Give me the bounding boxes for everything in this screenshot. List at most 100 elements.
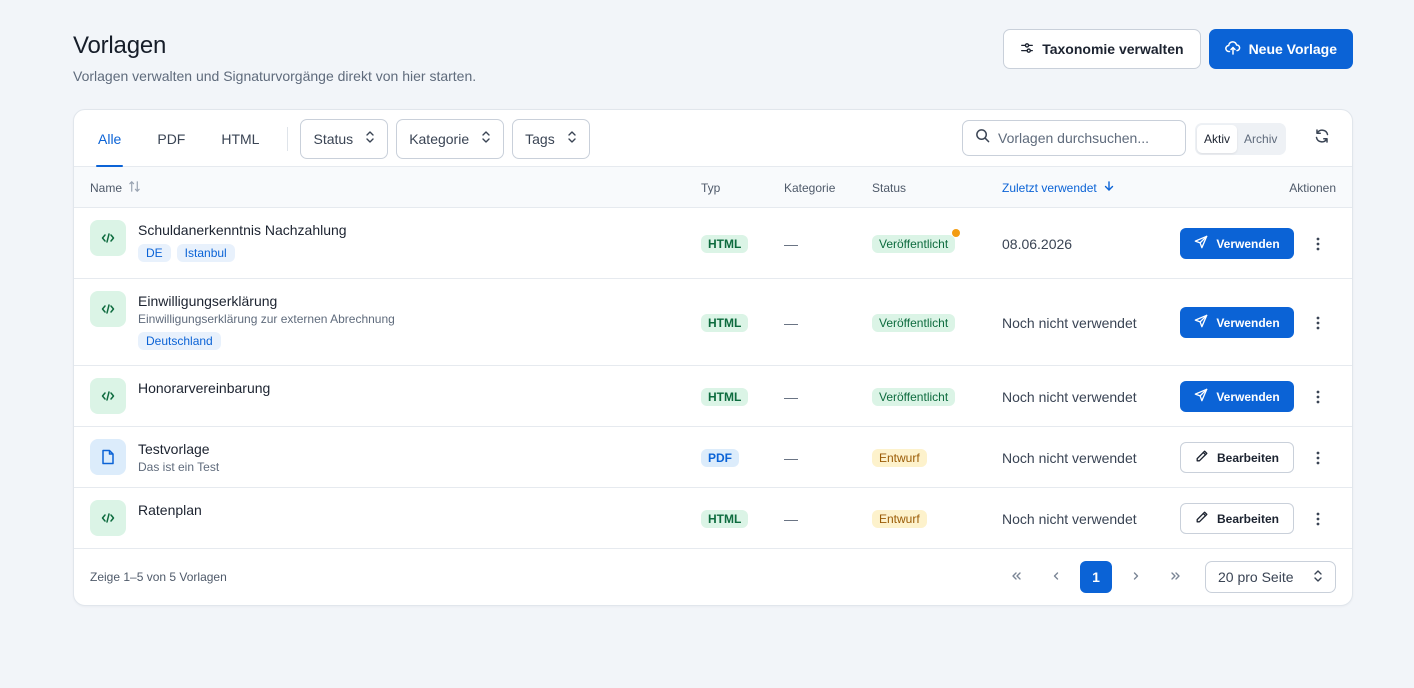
- category-filter-label: Kategorie: [409, 130, 470, 147]
- tags-filter[interactable]: Tags: [512, 118, 590, 159]
- category-value: —: [784, 449, 798, 466]
- refresh-button[interactable]: [1312, 128, 1332, 148]
- category-cell: —: [784, 279, 798, 366]
- type-badge: HTML: [701, 313, 749, 332]
- tab-all[interactable]: Alle: [90, 110, 129, 167]
- category-value: —: [784, 314, 798, 331]
- status-cell: Entwurf: [872, 488, 927, 549]
- use-button-label: Verwenden: [1216, 389, 1280, 404]
- column-last-used[interactable]: Zuletzt verwendet: [1002, 167, 1115, 208]
- notification-dot: [952, 228, 961, 237]
- previous-page-button[interactable]: [1040, 561, 1072, 593]
- tag-list: Deutschland: [138, 332, 395, 350]
- template-name[interactable]: Testvorlage: [138, 441, 219, 457]
- taxonomy-button[interactable]: Taxonomie verwalten: [1003, 29, 1201, 69]
- use-button[interactable]: Verwenden: [1180, 381, 1294, 412]
- segment-active[interactable]: Aktiv: [1197, 125, 1238, 153]
- action-cell: Verwenden: [1180, 366, 1294, 427]
- use-button[interactable]: Verwenden: [1180, 307, 1294, 338]
- column-category: Kategorie: [784, 180, 836, 195]
- use-button-label: Verwenden: [1216, 236, 1280, 251]
- pencil-icon: [1195, 449, 1209, 466]
- toolbar: Alle PDF HTML Status Kategorie Tags Vorl…: [74, 110, 1352, 167]
- edit-button[interactable]: Bearbeiten: [1180, 442, 1294, 473]
- use-button[interactable]: Verwenden: [1180, 228, 1294, 259]
- status-badge: Veröffentlicht: [872, 387, 956, 406]
- last-used-cell: Noch nicht verwendet: [1002, 366, 1137, 427]
- row-name-block: Einwilligungserklärung Einwilligungserkl…: [138, 293, 395, 350]
- next-page-button[interactable]: [1120, 561, 1152, 593]
- type-cell: HTML: [701, 366, 749, 427]
- more-vertical-icon[interactable]: [1308, 448, 1328, 468]
- status-badge: Entwurf: [872, 509, 927, 528]
- more-vertical-icon[interactable]: [1308, 313, 1328, 333]
- last-page-button[interactable]: [1160, 561, 1192, 593]
- search-input[interactable]: [998, 130, 1168, 146]
- more-cell: [1308, 279, 1328, 366]
- chevron-updown-icon: [567, 130, 577, 147]
- table-row: Testvorlage Das ist ein Test PDF — Entwu…: [74, 427, 1352, 488]
- row-name-block: Testvorlage Das ist ein Test: [138, 441, 219, 474]
- category-filter[interactable]: Kategorie: [396, 118, 505, 159]
- action-cell: Bearbeiten: [1180, 488, 1294, 549]
- first-page-button[interactable]: [1000, 561, 1032, 593]
- category-cell: —: [784, 366, 798, 427]
- table-row: Schuldanerkenntnis Nachzahlung DE Istanb…: [74, 208, 1352, 279]
- send-icon: [1194, 235, 1208, 252]
- type-badge: HTML: [701, 234, 749, 253]
- more-vertical-icon[interactable]: [1308, 234, 1328, 254]
- column-status: Status: [872, 180, 907, 195]
- column-type: Typ: [701, 180, 721, 195]
- more-vertical-icon[interactable]: [1308, 387, 1328, 407]
- template-name[interactable]: Schuldanerkenntnis Nachzahlung: [138, 222, 347, 238]
- last-used-value: Noch nicht verwendet: [1002, 314, 1137, 331]
- last-used-value: Noch nicht verwendet: [1002, 449, 1137, 466]
- code-file-icon: [90, 220, 126, 256]
- arrow-down-icon: [1103, 180, 1115, 195]
- archive-toggle: Aktiv Archiv: [1195, 123, 1287, 155]
- chevron-updown-icon: [481, 130, 491, 147]
- status-filter[interactable]: Status: [300, 118, 389, 159]
- tab-html[interactable]: HTML: [213, 110, 267, 167]
- type-tabs: Alle PDF HTML Status Kategorie Tags: [90, 110, 598, 167]
- chevrons-left-icon: [1010, 569, 1022, 585]
- template-description: Einwilligungserklärung zur externen Abre…: [138, 312, 395, 326]
- status-badge: Veröffentlicht: [872, 228, 961, 253]
- page-header: Vorlagen Vorlagen verwalten und Signatur…: [73, 29, 1353, 92]
- status-badge: Entwurf: [872, 448, 927, 467]
- table-header: Name Typ Kategorie Status Zuletzt verwen…: [74, 167, 1352, 208]
- last-used-cell: 08.06.2026: [1002, 208, 1072, 279]
- tags-filter-label: Tags: [525, 130, 555, 147]
- type-cell: HTML: [701, 208, 749, 279]
- segment-archive[interactable]: Archiv: [1237, 125, 1284, 153]
- search-icon: [975, 128, 990, 148]
- per-page-select[interactable]: 20 pro Seite: [1205, 561, 1336, 593]
- template-name[interactable]: Einwilligungserklärung: [138, 293, 395, 309]
- edit-button-label: Bearbeiten: [1216, 450, 1280, 465]
- use-button-label: Verwenden: [1216, 315, 1280, 330]
- status-cell: Veröffentlicht: [872, 208, 961, 279]
- edit-button[interactable]: Bearbeiten: [1180, 503, 1294, 534]
- table-footer: Zeige 1–5 von 5 Vorlagen 1 20 pro Seite: [74, 549, 1352, 605]
- table-row: Ratenplan HTML — Entwurf Noch nicht verw…: [74, 488, 1352, 549]
- more-cell: [1308, 208, 1328, 279]
- more-vertical-icon[interactable]: [1308, 509, 1328, 529]
- row-name-block: Honorarvereinbarung: [138, 380, 270, 396]
- page-button[interactable]: 1: [1080, 561, 1112, 593]
- tag-list: DE Istanbul: [138, 244, 347, 262]
- code-file-icon: [90, 291, 126, 327]
- templates-card: Alle PDF HTML Status Kategorie Tags Vorl…: [73, 109, 1353, 606]
- sliders-icon: [1020, 41, 1034, 58]
- category-cell: —: [784, 427, 798, 488]
- tab-pdf[interactable]: PDF: [149, 110, 193, 167]
- row-name-block: Ratenplan: [138, 502, 202, 518]
- template-name[interactable]: Honorarvereinbarung: [138, 380, 270, 396]
- category-cell: —: [784, 488, 798, 549]
- column-name[interactable]: Name: [90, 167, 141, 208]
- tag: DE: [138, 244, 171, 262]
- template-description: Das ist ein Test: [138, 460, 220, 474]
- chevron-left-icon: [1050, 569, 1062, 585]
- new-template-button[interactable]: Neue Vorlage: [1208, 29, 1353, 69]
- template-name[interactable]: Ratenplan: [138, 502, 202, 518]
- code-file-icon: [90, 378, 126, 414]
